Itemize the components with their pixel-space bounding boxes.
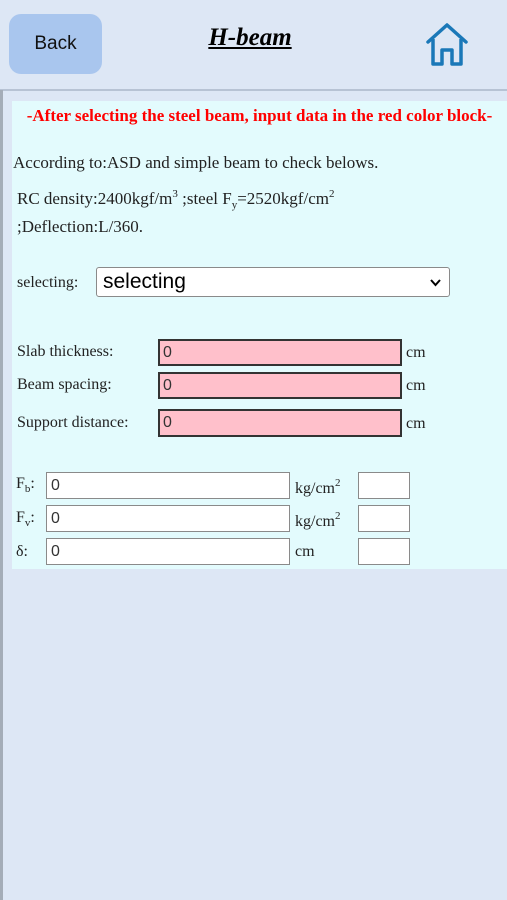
beam-spacing-label: Beam spacing: [17,376,112,393]
fv-label: Fv: [16,509,35,529]
fv-unit: kg/cm2 [295,510,341,530]
support-distance-input[interactable]: 0 [158,409,402,437]
deflection-text: ;Deflection:L/360. [17,217,144,236]
page-title: H-beam [208,24,292,51]
delta-check-field[interactable] [358,538,410,565]
selecting-label: selecting: [17,274,79,291]
app-header: Back H-beam [0,0,507,91]
standard-text: According to:ASD and simple beam to chec… [13,153,379,172]
beam-spacing-unit: cm [406,377,426,394]
back-button[interactable]: Back [9,14,102,74]
beam-spacing-input[interactable]: 0 [158,372,402,399]
instruction-notice: -After selecting the steel beam, input d… [26,106,493,125]
beam-select-value: selecting [103,270,186,293]
fb-input[interactable]: 0 [46,472,290,499]
delta-unit: cm [295,543,315,560]
delta-input[interactable]: 0 [46,538,290,565]
home-icon[interactable] [424,20,470,68]
slab-thickness-input[interactable]: 0 [158,339,402,366]
fb-check-field[interactable] [358,472,410,499]
left-divider [0,90,3,900]
delta-label: δ: [16,543,28,560]
fv-input[interactable]: 0 [46,505,290,532]
beam-select[interactable]: selecting [96,267,450,297]
chevron-down-icon [430,279,441,287]
material-text: RC density:2400kgf/m3 ;steel Fy=2520kgf/… [17,188,335,211]
fb-unit: kg/cm2 [295,477,341,497]
fv-check-field[interactable] [358,505,410,532]
support-distance-unit: cm [406,415,426,432]
slab-thickness-label: Slab thickness: [17,343,114,360]
fb-label: Fb: [16,475,35,495]
support-distance-label: Support distance: [17,414,129,431]
slab-thickness-unit: cm [406,344,426,361]
